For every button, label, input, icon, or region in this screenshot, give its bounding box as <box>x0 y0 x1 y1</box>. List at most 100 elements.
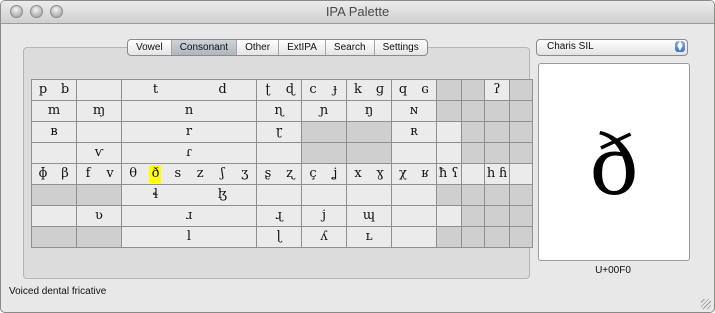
grid-cell <box>436 142 462 164</box>
resize-grip-icon[interactable] <box>701 299 711 309</box>
grid-row: lɭʎʟ <box>31 226 533 248</box>
ipa-char[interactable]: s <box>172 165 184 183</box>
ipa-char[interactable]: ɹ <box>183 207 195 225</box>
window-title: IPA Palette <box>325 4 390 19</box>
grid-cell: ʀ <box>391 121 437 143</box>
grid-cell <box>509 121 533 143</box>
ipa-char[interactable]: n <box>183 102 195 120</box>
font-select-value: Charis SIL <box>547 41 594 52</box>
grid-cell <box>301 142 347 164</box>
ipa-char[interactable]: p <box>37 81 49 99</box>
ipa-char[interactable]: h <box>485 165 497 183</box>
font-select[interactable]: Charis SIL ▲ ▼ <box>536 39 688 56</box>
ipa-char[interactable]: ʒ <box>239 165 251 183</box>
ipa-char[interactable]: ɽ <box>273 123 285 141</box>
grid-cell <box>301 121 347 143</box>
grid-cell: j <box>301 205 347 227</box>
ipa-char[interactable]: ʔ <box>491 81 503 99</box>
ipa-char[interactable]: θ <box>127 165 139 183</box>
grid-row: ɬɮ <box>31 184 533 206</box>
ipa-char[interactable]: ɱ <box>93 102 105 120</box>
ipa-char[interactable]: ɦ <box>497 165 509 183</box>
ipa-char[interactable]: ⱱ <box>93 144 105 162</box>
grid-cell <box>461 142 485 164</box>
tab-other[interactable]: Other <box>237 40 280 55</box>
tab-bar: Vowel Consonant Other ExtIPA Search Settings <box>127 39 428 56</box>
ipa-char[interactable]: ʝ <box>329 165 341 183</box>
ipa-char[interactable]: l <box>183 228 195 246</box>
ipa-char[interactable]: ɭ <box>273 228 285 246</box>
ipa-char[interactable]: ɰ <box>363 207 375 225</box>
ipa-char[interactable]: ʙ <box>48 123 60 141</box>
ipa-char[interactable]: t <box>150 81 162 99</box>
ipa-char[interactable]: ʎ <box>318 228 330 246</box>
updown-arrows-icon: ▲ ▼ <box>675 40 685 52</box>
ipa-char[interactable]: ɮ <box>217 186 229 204</box>
grid-cell: ŋ <box>346 100 392 122</box>
tab-search[interactable]: Search <box>326 40 375 55</box>
grid-cell <box>76 79 122 101</box>
ipa-char[interactable]: m <box>48 102 60 120</box>
ipa-char[interactable]: ʟ <box>363 228 375 246</box>
ipa-char[interactable]: ʃ <box>216 165 228 183</box>
grid-cell <box>391 184 437 206</box>
tab-vowel[interactable]: Vowel <box>128 40 172 55</box>
ipa-char[interactable]: ɸ <box>37 165 49 183</box>
title-bar[interactable]: IPA Palette <box>1 1 714 24</box>
ipa-char[interactable]: ɳ <box>273 102 285 120</box>
ipa-char[interactable]: ʂ <box>262 165 274 183</box>
ipa-char[interactable]: ɲ <box>318 102 330 120</box>
ipa-char[interactable]: x <box>352 165 364 183</box>
ipa-char[interactable]: ʁ <box>419 165 431 183</box>
tab-settings[interactable]: Settings <box>375 40 427 55</box>
grid-cell: ɽ <box>256 121 302 143</box>
ipa-char[interactable]: r <box>183 123 195 141</box>
ipa-char[interactable]: d <box>217 81 229 99</box>
ipa-char[interactable]: k <box>352 81 364 99</box>
ipa-char[interactable]: ʈ <box>262 81 274 99</box>
ipa-char[interactable]: ɟ <box>329 81 341 99</box>
grid-cell <box>76 184 122 206</box>
grid-row: ʙrɽʀ <box>31 121 533 143</box>
ipa-char[interactable]: v <box>104 165 116 183</box>
grid-cell: χʁ <box>391 163 437 185</box>
ipa-char[interactable]: q <box>397 81 409 99</box>
ipa-char[interactable]: ʋ <box>93 207 105 225</box>
ipa-char[interactable]: ʐ <box>284 165 296 183</box>
ipa-char[interactable]: ɢ <box>419 81 431 99</box>
ipa-char[interactable]: ç <box>307 165 319 183</box>
grid-cell <box>391 205 437 227</box>
ipa-char[interactable]: ŋ <box>363 102 375 120</box>
ipa-char[interactable]: f <box>82 165 94 183</box>
grid-cell <box>484 121 510 143</box>
ipa-char[interactable]: ʕ <box>449 165 461 183</box>
grid-cell <box>461 163 485 185</box>
grid-cell <box>346 142 392 164</box>
tab-extipa[interactable]: ExtIPA <box>279 40 326 55</box>
ipa-char[interactable]: ʀ <box>408 123 420 141</box>
ipa-char[interactable]: z <box>194 165 206 183</box>
selected-ipa-char[interactable]: ð <box>149 165 162 183</box>
ipa-char[interactable]: c <box>307 81 319 99</box>
ipa-char[interactable]: j <box>318 207 330 225</box>
ipa-char[interactable]: ɬ <box>150 186 162 204</box>
grid-cell <box>509 205 533 227</box>
ipa-char[interactable]: ɖ <box>284 81 296 99</box>
ipa-char[interactable]: ɣ <box>374 165 386 183</box>
ipa-char[interactable]: β <box>59 165 71 183</box>
ipa-char[interactable]: ɾ <box>183 144 195 162</box>
grid-row: ⱱɾ <box>31 142 533 164</box>
ipa-char[interactable]: ɻ <box>273 207 285 225</box>
grid-cell <box>461 205 485 227</box>
grid-cell: ɱ <box>76 100 122 122</box>
ipa-char[interactable]: ɴ <box>408 102 420 120</box>
ipa-char[interactable]: ɡ <box>374 81 386 99</box>
ipa-char[interactable]: χ <box>397 165 409 183</box>
ipa-char[interactable]: b <box>59 81 71 99</box>
grid-cell: ʈɖ <box>256 79 302 101</box>
ipa-char[interactable]: ħ <box>437 165 449 183</box>
grid-cell: ʂʐ <box>256 163 302 185</box>
grid-cell <box>509 226 533 248</box>
tab-consonant[interactable]: Consonant <box>171 40 238 55</box>
grid-cell <box>436 79 462 101</box>
